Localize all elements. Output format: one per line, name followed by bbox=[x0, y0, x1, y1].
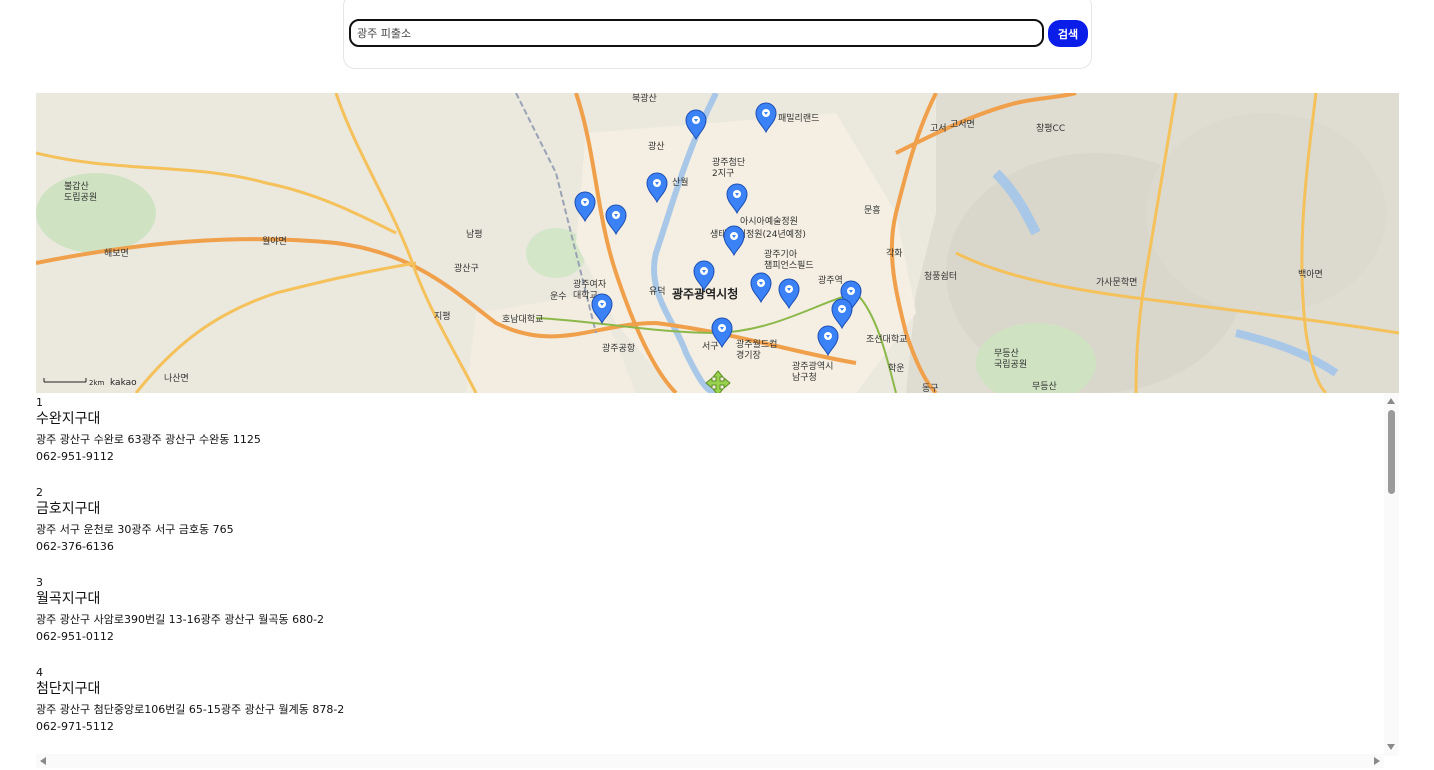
list-item[interactable]: 1 수완지구대 광주 광산구 수완로 63광주 광산구 수완동 1125 062… bbox=[36, 393, 1399, 483]
map[interactable]: 불갑산 도립공원 해보면 월야면 광산구 남평 지평 나산면 광주공항 광주여자 대… bbox=[36, 93, 1399, 393]
list-item[interactable]: 3 월곡지구대 광주 광산구 사암로390번길 13-16광주 광산구 월곡동 … bbox=[36, 573, 1399, 663]
map-label: 광산 bbox=[648, 140, 665, 152]
result-index: 3 bbox=[36, 576, 43, 589]
map-label: 유덕 bbox=[649, 286, 666, 297]
scroll-up-arrow-icon[interactable] bbox=[1387, 398, 1395, 404]
map-label: 광주공항 bbox=[602, 342, 635, 354]
result-name: 월곡지구대 bbox=[36, 591, 101, 607]
scroll-down-arrow-icon[interactable] bbox=[1387, 744, 1395, 750]
scroll-right-arrow-icon[interactable] bbox=[1374, 757, 1380, 765]
map-label: 청풍쉼터 bbox=[924, 271, 957, 282]
map-label: 조선대학교 bbox=[866, 334, 907, 345]
result-name: 금호지구대 bbox=[36, 501, 101, 517]
horizontal-scrollbar[interactable] bbox=[36, 754, 1384, 768]
map-label: 각화 bbox=[886, 247, 903, 259]
result-phone: 062-971-5112 bbox=[36, 720, 114, 733]
result-address: 광주 서구 운천로 30광주 서구 금호동 765 bbox=[36, 523, 234, 536]
result-address: 광주 광산구 사암로390번길 13-16광주 광산구 월곡동 680-2 bbox=[36, 613, 325, 626]
map-label: 광주역 bbox=[818, 274, 843, 286]
map-label: 고서면 bbox=[950, 119, 975, 130]
search-button[interactable]: 검색 bbox=[1048, 20, 1088, 47]
map-label: 무등산 bbox=[1032, 381, 1057, 392]
map-label: 학운 bbox=[888, 363, 905, 374]
map-label: 광산구 bbox=[454, 262, 479, 274]
result-phone: 062-376-6136 bbox=[36, 540, 114, 553]
result-address: 광주 광산구 첨단중앙로106번길 65-15광주 광산구 월계동 878-2 bbox=[36, 703, 345, 716]
map-label: 가사문학면 bbox=[1096, 277, 1137, 288]
list-item[interactable]: 4 첨단지구대 광주 광산구 첨단중앙로106번길 65-15광주 광산구 월계… bbox=[36, 663, 1399, 753]
map-label: 남평 bbox=[466, 229, 483, 240]
results-list[interactable]: 1 수완지구대 광주 광산구 수완로 63광주 광산구 수완동 1125 062… bbox=[36, 393, 1399, 756]
result-name: 첨단지구대 bbox=[36, 681, 101, 697]
scroll-left-arrow-icon[interactable] bbox=[40, 757, 46, 765]
map-label: 백아면 bbox=[1298, 269, 1323, 280]
map-canvas[interactable]: 불갑산 도립공원 해보면 월야면 광산구 남평 지평 나산면 광주공항 광주여자 대… bbox=[36, 93, 1399, 393]
map-label: 운수 bbox=[550, 291, 567, 302]
scale-label: 2km bbox=[89, 379, 105, 387]
map-label: 동구 bbox=[922, 383, 939, 393]
result-index: 4 bbox=[36, 666, 43, 679]
kakao-logo: kakao bbox=[110, 378, 137, 388]
result-index: 1 bbox=[36, 396, 43, 409]
map-label: 아시아예술정원 bbox=[740, 216, 798, 227]
map-label: 창평CC bbox=[1036, 123, 1065, 134]
map-label: 월야면 bbox=[262, 235, 287, 247]
result-phone: 062-951-0112 bbox=[36, 630, 114, 643]
result-address: 광주 광산구 수완로 63광주 광산구 수완동 1125 bbox=[36, 433, 261, 446]
result-name: 수완지구대 bbox=[36, 411, 101, 427]
map-label: 나산면 bbox=[164, 373, 189, 384]
map-label: 지평 bbox=[434, 311, 451, 322]
result-phone: 062-951-9112 bbox=[36, 450, 114, 463]
scrollbar-thumb[interactable] bbox=[1388, 410, 1395, 494]
list-item[interactable]: 2 금호지구대 광주 서구 운천로 30광주 서구 금호동 765 062-37… bbox=[36, 483, 1399, 573]
map-label: 문흥 bbox=[864, 204, 881, 216]
map-label: 서구 bbox=[702, 341, 719, 352]
map-label: 북광산 bbox=[632, 93, 657, 104]
map-label: 고서 bbox=[930, 123, 947, 134]
result-index: 2 bbox=[36, 486, 43, 499]
search-panel: 검색 bbox=[343, 0, 1092, 69]
map-label: 호남대학교 bbox=[502, 314, 543, 325]
map-label: 해보면 bbox=[104, 248, 129, 259]
vertical-scrollbar[interactable] bbox=[1384, 393, 1399, 756]
map-label: 패밀리랜드 bbox=[778, 112, 819, 124]
search-input[interactable] bbox=[349, 19, 1044, 47]
map-label: 산월 bbox=[672, 176, 689, 188]
